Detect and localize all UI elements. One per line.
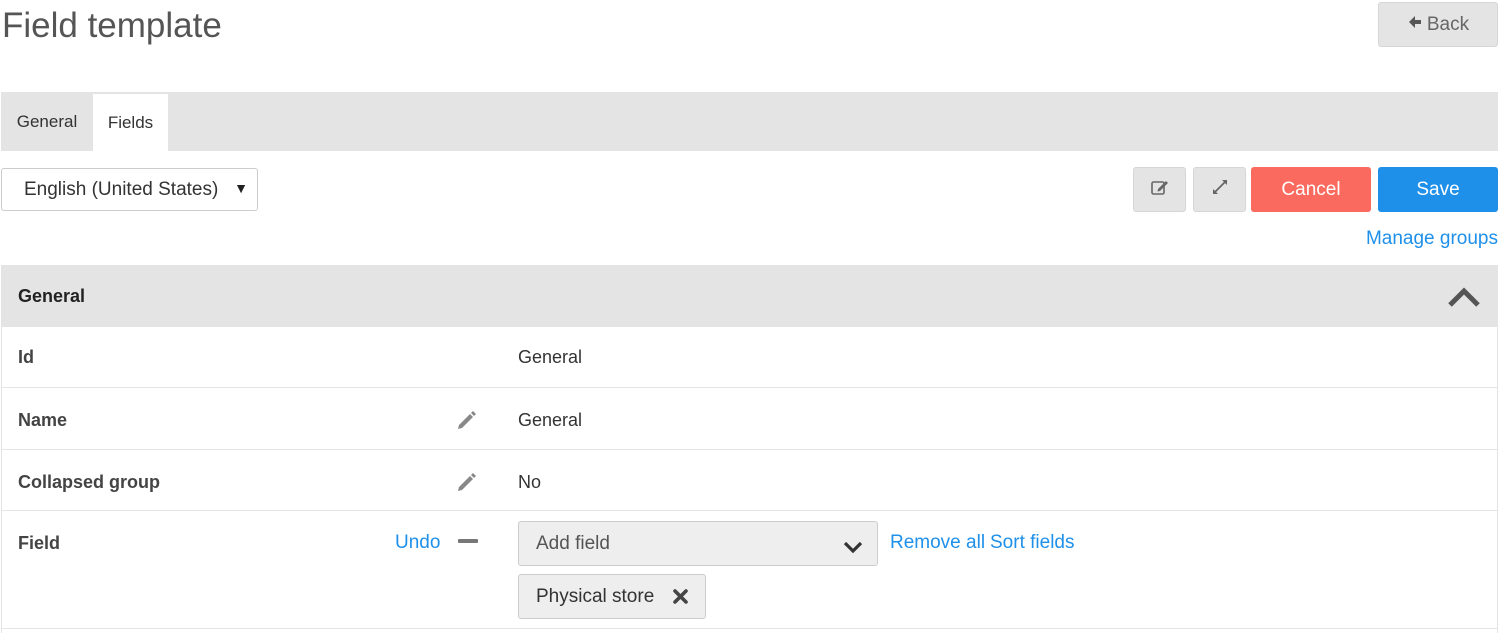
row-label: Collapsed group	[18, 472, 161, 492]
row-id: Id General	[2, 327, 1497, 388]
minus-icon[interactable]	[458, 539, 478, 543]
back-button[interactable]: Back	[1378, 2, 1498, 47]
row-field: Field Undo Add field Remove all Sort fie…	[2, 511, 1497, 629]
pencil-icon[interactable]	[455, 408, 479, 437]
group-title: General	[18, 286, 86, 306]
chevron-down-icon	[843, 538, 863, 560]
pencil-icon[interactable]	[455, 470, 479, 499]
add-field-placeholder: Add field	[536, 532, 610, 554]
edit-mode-button[interactable]	[1133, 167, 1186, 212]
chevron-up-icon[interactable]	[1447, 286, 1481, 313]
tab-fields[interactable]: Fields	[93, 92, 168, 151]
language-select-value: English (United States)	[24, 178, 219, 200]
expand-icon	[1211, 178, 1229, 201]
group-panel-header[interactable]: General	[2, 266, 1497, 327]
cancel-button[interactable]: Cancel	[1251, 167, 1371, 212]
row-value: General	[518, 347, 583, 367]
arrow-left-icon	[1407, 14, 1423, 36]
add-field-select[interactable]: Add field	[518, 521, 878, 566]
sort-fields-link[interactable]: Sort fields	[990, 532, 1074, 554]
row-label: Id	[18, 347, 34, 367]
close-icon[interactable]	[672, 588, 689, 611]
field-chip: Physical store	[518, 574, 706, 619]
expand-button[interactable]	[1193, 167, 1246, 212]
manage-groups-link[interactable]: Manage groups	[1366, 228, 1498, 250]
edit-icon	[1150, 178, 1170, 201]
row-value: No	[518, 472, 542, 492]
row-label: Name	[18, 410, 68, 430]
undo-link[interactable]: Undo	[395, 532, 440, 554]
field-chip-label: Physical store	[536, 585, 655, 607]
tab-bar: General Fields	[1, 92, 1498, 151]
row-name: Name General	[2, 388, 1497, 450]
caret-down-icon: ▼	[234, 180, 248, 196]
back-button-label: Back	[1426, 13, 1470, 35]
tab-general[interactable]: General	[1, 92, 93, 151]
row-label: Field	[18, 533, 61, 553]
group-panel: General Id General Name General Collapse…	[1, 265, 1498, 633]
language-select[interactable]: English (United States) ▼	[1, 168, 258, 211]
row-collapsed-group: Collapsed group No	[2, 450, 1497, 511]
row-value: General	[518, 410, 583, 430]
remove-all-link[interactable]: Remove all	[890, 532, 985, 554]
page-title: Field template	[2, 6, 222, 45]
save-button[interactable]: Save	[1378, 167, 1498, 212]
